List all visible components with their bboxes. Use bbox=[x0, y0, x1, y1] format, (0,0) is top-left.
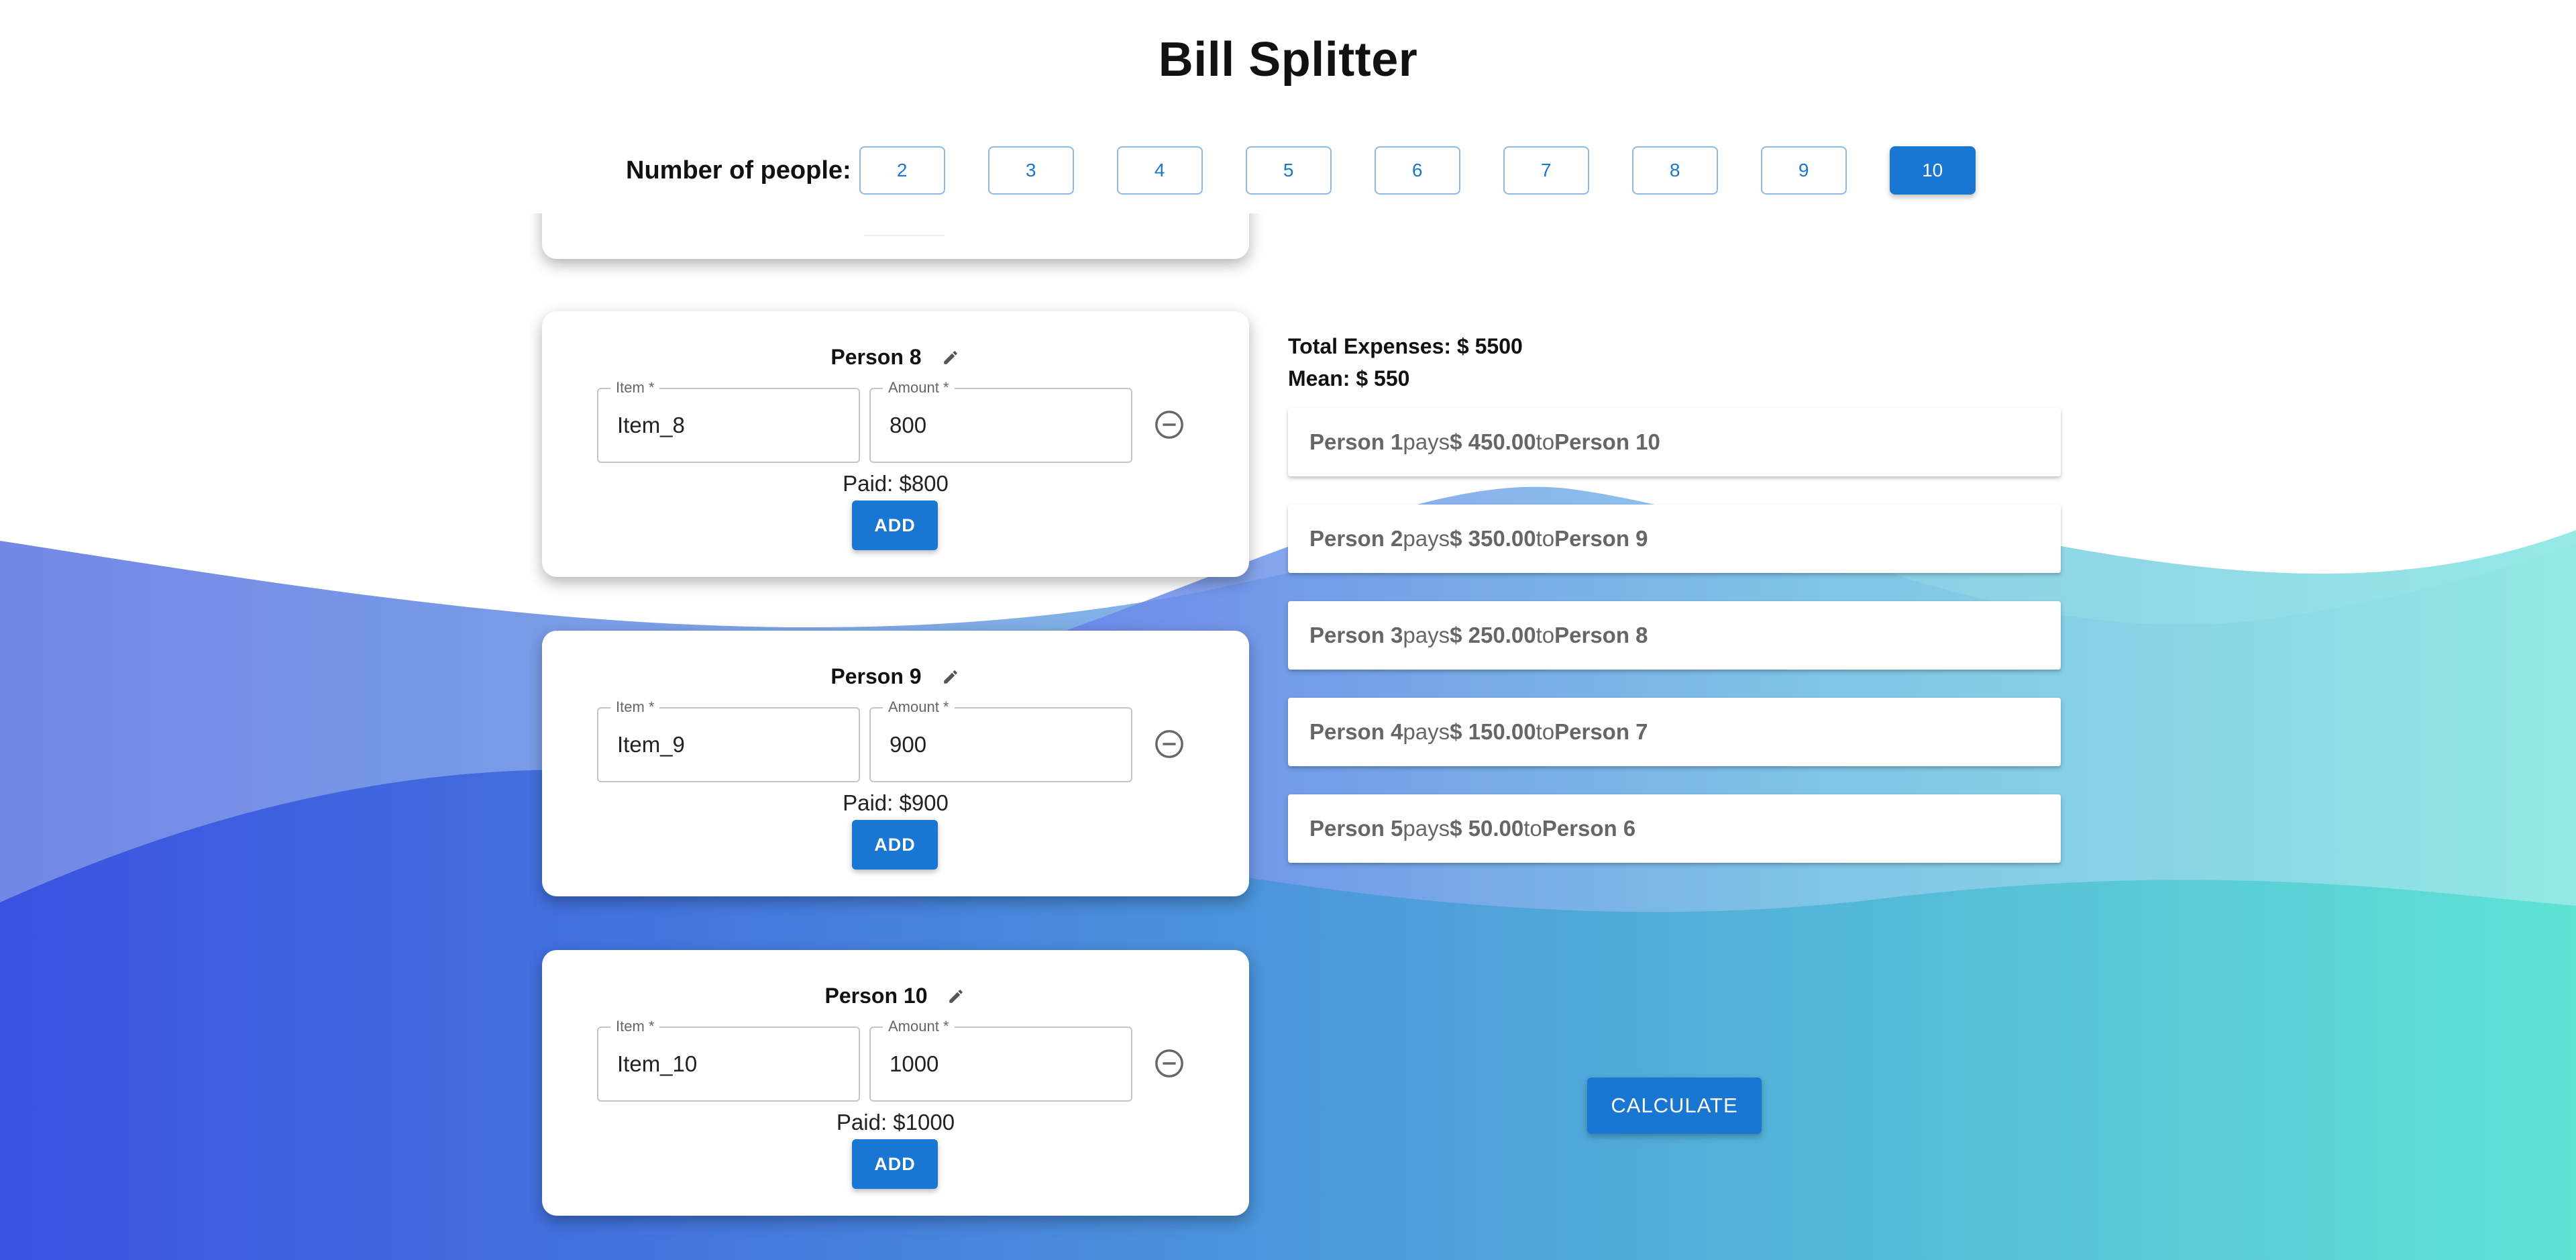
amount-field[interactable]: Amount * 900 bbox=[869, 698, 1132, 782]
payee: Person 7 bbox=[1554, 719, 1648, 744]
people-option-2[interactable]: 2 bbox=[859, 146, 945, 195]
divider bbox=[864, 235, 945, 236]
settlement-amount: $ 150.00 bbox=[1450, 719, 1536, 744]
amount-field[interactable]: Amount * 800 bbox=[869, 378, 1132, 463]
settlement-amount: $ 50.00 bbox=[1450, 816, 1524, 841]
to-word: to bbox=[1536, 526, 1555, 551]
people-selector-label: Number of people: bbox=[626, 156, 851, 185]
settlement-list: Person 1 pays $ 450.00 to Person 10 Pers… bbox=[1288, 408, 2061, 891]
payee: Person 8 bbox=[1554, 623, 1648, 647]
pays-word: pays bbox=[1403, 526, 1450, 551]
paid-total: Paid: $1000 bbox=[836, 1110, 955, 1135]
item-field-value: Item_8 bbox=[617, 413, 685, 437]
settlement-item: Person 5 pays $ 50.00 to Person 6 bbox=[1288, 794, 2061, 863]
person-name: Person 8 bbox=[830, 345, 922, 369]
paid-total: Paid: $900 bbox=[843, 790, 949, 815]
settlement-item: Person 1 pays $ 450.00 to Person 10 bbox=[1288, 408, 2061, 476]
person-card-header: Person 10 bbox=[542, 984, 1249, 1008]
add-button[interactable]: ADD bbox=[852, 820, 938, 870]
to-word: to bbox=[1536, 719, 1555, 744]
to-word: to bbox=[1523, 816, 1542, 841]
to-word: to bbox=[1536, 429, 1555, 454]
people-option-9[interactable]: 9 bbox=[1760, 146, 1847, 195]
edit-icon[interactable] bbox=[941, 667, 961, 687]
payee: Person 10 bbox=[1554, 429, 1660, 454]
person-card: Person 8 Item * Item_8 Amount * 800 Paid… bbox=[542, 311, 1249, 577]
person-card: Person 9 Item * Item_9 Amount * 900 Paid… bbox=[542, 631, 1249, 896]
item-field-value: Item_9 bbox=[617, 732, 685, 757]
edit-icon[interactable] bbox=[941, 348, 961, 368]
pays-word: pays bbox=[1403, 429, 1450, 454]
amount-field-value: 800 bbox=[890, 413, 927, 437]
paid-total: Paid: $800 bbox=[843, 471, 949, 496]
remove-circle-icon[interactable] bbox=[1154, 729, 1185, 759]
people-option-8[interactable]: 8 bbox=[1631, 146, 1718, 195]
person-cards-list[interactable]: Person 8 Item * Item_8 Amount * 800 Paid… bbox=[530, 213, 1268, 1260]
page-title: Bill Splitter bbox=[1158, 33, 1418, 87]
settlement-item: Person 3 pays $ 250.00 to Person 8 bbox=[1288, 601, 2061, 670]
payer: Person 2 bbox=[1309, 526, 1403, 551]
person-card-header: Person 9 bbox=[542, 664, 1249, 689]
amount-field-value: 1000 bbox=[890, 1051, 939, 1076]
pays-word: pays bbox=[1403, 719, 1450, 744]
amount-field-value: 900 bbox=[890, 732, 927, 757]
expense-summary: Total Expenses: $ 5500 Mean: $ 550 bbox=[1288, 330, 1523, 395]
people-option-7[interactable]: 7 bbox=[1503, 146, 1589, 195]
add-button[interactable]: ADD bbox=[852, 1139, 938, 1189]
pays-word: pays bbox=[1403, 816, 1450, 841]
add-button[interactable]: ADD bbox=[852, 501, 938, 550]
to-word: to bbox=[1536, 623, 1555, 647]
item-field[interactable]: Item * Item_9 bbox=[597, 698, 860, 782]
calculate-button[interactable]: CALCULATE bbox=[1587, 1078, 1762, 1134]
people-options: 2 3 4 5 6 7 8 9 10 bbox=[859, 146, 1976, 195]
total-expenses: Total Expenses: $ 5500 bbox=[1288, 334, 1523, 358]
settlement-amount: $ 250.00 bbox=[1450, 623, 1536, 647]
payee: Person 6 bbox=[1542, 816, 1636, 841]
item-field[interactable]: Item * Item_10 bbox=[597, 1017, 860, 1102]
pays-word: pays bbox=[1403, 623, 1450, 647]
item-field[interactable]: Item * Item_8 bbox=[597, 378, 860, 463]
payer: Person 3 bbox=[1309, 623, 1403, 647]
people-option-4[interactable]: 4 bbox=[1116, 146, 1203, 195]
person-name: Person 9 bbox=[830, 664, 922, 688]
person-name: Person 10 bbox=[824, 984, 928, 1008]
people-option-6[interactable]: 6 bbox=[1374, 146, 1460, 195]
people-option-3[interactable]: 3 bbox=[987, 146, 1074, 195]
edit-icon[interactable] bbox=[946, 986, 966, 1006]
person-card-partial bbox=[542, 213, 1249, 259]
settlement-item: Person 4 pays $ 150.00 to Person 7 bbox=[1288, 698, 2061, 766]
amount-field[interactable]: Amount * 1000 bbox=[869, 1017, 1132, 1102]
mean-expense: Mean: $ 550 bbox=[1288, 366, 1410, 390]
settlement-amount: $ 450.00 bbox=[1450, 429, 1536, 454]
people-option-5[interactable]: 5 bbox=[1245, 146, 1332, 195]
payer: Person 4 bbox=[1309, 719, 1403, 744]
remove-circle-icon[interactable] bbox=[1154, 409, 1185, 440]
payer: Person 1 bbox=[1309, 429, 1403, 454]
settlement-item: Person 2 pays $ 350.00 to Person 9 bbox=[1288, 505, 2061, 573]
remove-circle-icon[interactable] bbox=[1154, 1048, 1185, 1079]
person-card: Person 10 Item * Item_10 Amount * 1000 P… bbox=[542, 950, 1249, 1216]
people-selector: Number of people: 2 3 4 5 6 7 8 9 10 bbox=[626, 146, 1976, 195]
payer: Person 5 bbox=[1309, 816, 1403, 841]
payee: Person 9 bbox=[1554, 526, 1648, 551]
people-option-10[interactable]: 10 bbox=[1889, 146, 1976, 195]
item-field-value: Item_10 bbox=[617, 1051, 698, 1076]
person-card-header: Person 8 bbox=[542, 345, 1249, 370]
settlement-amount: $ 350.00 bbox=[1450, 526, 1536, 551]
